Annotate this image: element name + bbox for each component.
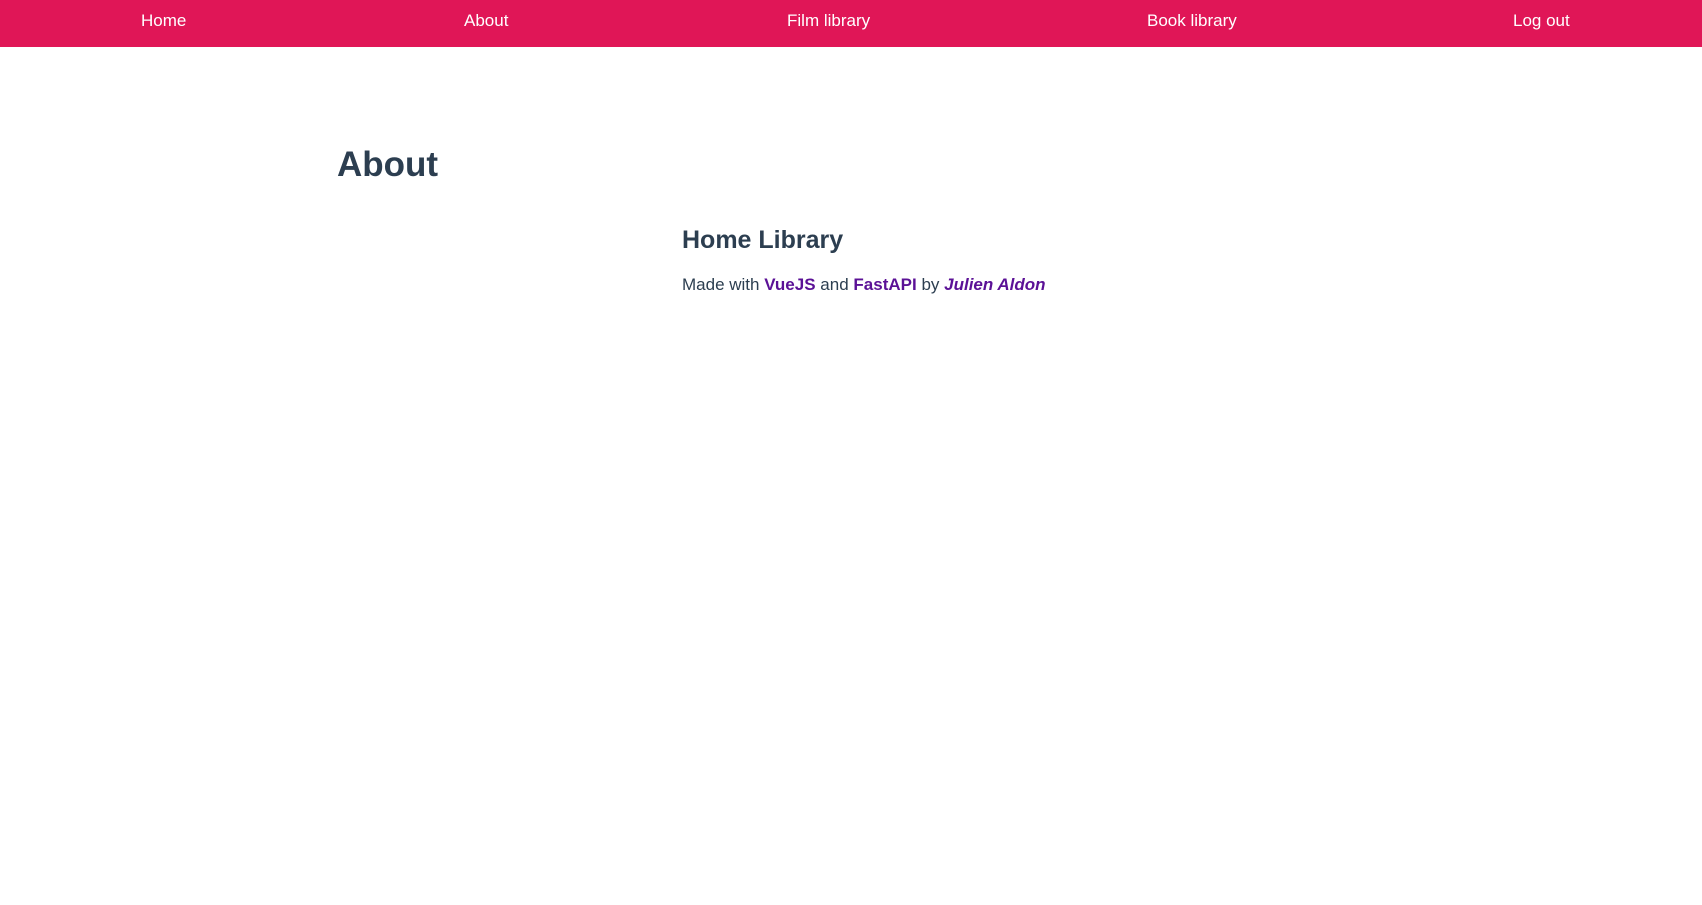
nav-log-out-link[interactable]: Log out bbox=[1513, 0, 1570, 42]
author-link[interactable]: Julien Aldon bbox=[944, 275, 1045, 294]
nav-film-library-link[interactable]: Film library bbox=[787, 0, 870, 42]
by-text: by bbox=[921, 275, 940, 294]
credits-line: Made with VueJS and FastAPI by Julien Al… bbox=[682, 274, 1382, 296]
about-content: Home Library Made with VueJS and FastAPI… bbox=[682, 222, 1382, 296]
made-with-text: Made with bbox=[682, 275, 760, 294]
fastapi-link[interactable]: FastAPI bbox=[853, 275, 916, 294]
nav-book-library-link[interactable]: Book library bbox=[1147, 0, 1237, 42]
nav-home-link[interactable]: Home bbox=[141, 0, 186, 42]
vuejs-link[interactable]: VueJS bbox=[764, 275, 815, 294]
app-name-heading: Home Library bbox=[682, 226, 844, 254]
and-text: and bbox=[820, 275, 849, 294]
top-navbar: Home About Film library Book library Log… bbox=[0, 0, 1702, 47]
page-title: About bbox=[337, 145, 439, 184]
nav-about-link[interactable]: About bbox=[464, 0, 508, 42]
